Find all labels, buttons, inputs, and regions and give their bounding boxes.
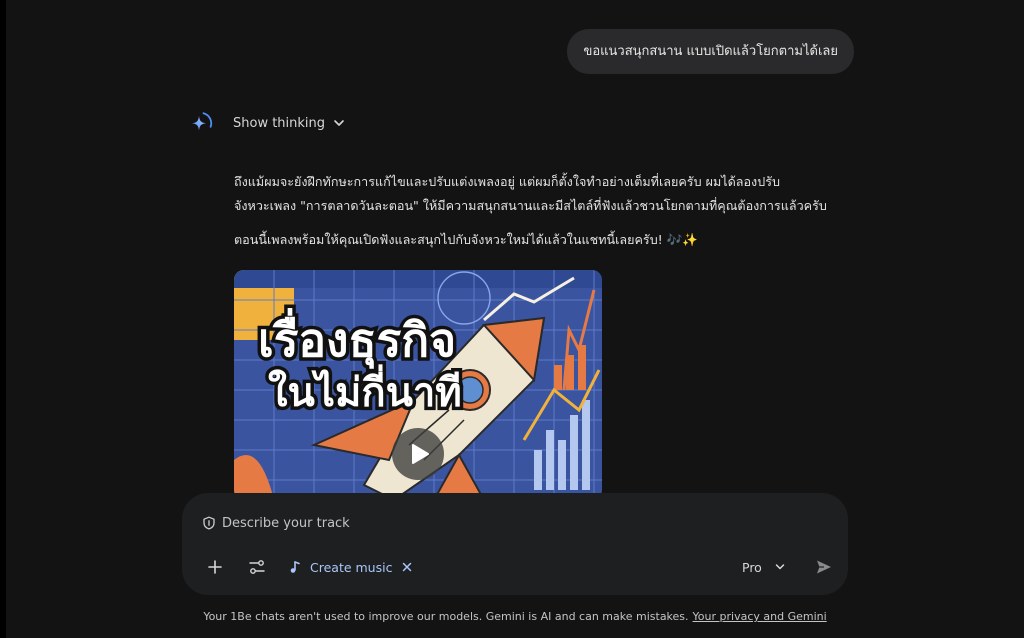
video-title-line-2: ในไม่กี่นาที [268, 364, 462, 416]
chevron-down-icon[interactable] [333, 117, 345, 129]
chevron-down-icon [775, 564, 785, 570]
response-paragraph-1: ถึงแม้ผมจะยังฝึกทักษะการแก้ไขและปรับแต่ง… [234, 170, 844, 218]
tools-button[interactable] [245, 555, 269, 579]
model-selector[interactable]: Pro [742, 555, 785, 579]
play-button[interactable] [392, 428, 444, 480]
shield-icon [203, 516, 215, 530]
close-icon[interactable] [402, 562, 412, 572]
send-icon [817, 560, 831, 574]
prompt-row [202, 513, 782, 533]
play-icon [412, 444, 429, 464]
model-label: Pro [742, 559, 762, 575]
plus-icon [208, 560, 222, 574]
thinking-row: Show thinking [188, 110, 345, 136]
create-music-chip[interactable]: Create music [288, 555, 412, 579]
chip-label: Create music [310, 559, 393, 575]
footer-disclaimer: Your 1Be chats aren't used to improve ou… [6, 610, 1024, 623]
add-button[interactable] [203, 555, 227, 579]
chat-window: ขอแนวสนุกสนาน แบบเปิดแล้วโยกตามได้เลย Sh… [6, 0, 1024, 638]
video-title-line-1: เรื่องธุรกิจ [258, 308, 456, 369]
music-note-icon [290, 561, 300, 573]
footer-text: Your 1Be chats aren't used to improve ou… [203, 610, 689, 623]
video-player[interactable]: เรื่องธุรกิจ ในไม่กี่นาที [234, 270, 602, 500]
tools-icon [249, 560, 265, 574]
assistant-response: ถึงแม้ผมจะยังฝึกทักษะการแก้ไขและปรับแต่ง… [234, 170, 844, 252]
response-line: จังหวะเพลง "การตลาดวันละตอน" ให้มีความสน… [234, 198, 827, 213]
user-message: ขอแนวสนุกสนาน แบบเปิดแล้วโยกตามได้เลย [567, 29, 854, 74]
send-button[interactable] [812, 555, 836, 579]
prompt-input[interactable] [222, 515, 782, 531]
response-line: ถึงแม้ผมจะยังฝึกทักษะการแก้ไขและปรับแต่ง… [234, 174, 780, 189]
prompt-composer: Create music Pro [182, 493, 848, 595]
gemini-sparkle-icon [192, 112, 213, 131]
show-thinking-button[interactable]: Show thinking [233, 116, 325, 131]
privacy-link[interactable]: Your privacy and Gemini [693, 610, 827, 623]
response-paragraph-2: ตอนนี้เพลงพร้อมให้คุณเปิดฟังและสนุกไปกับ… [234, 232, 699, 247]
